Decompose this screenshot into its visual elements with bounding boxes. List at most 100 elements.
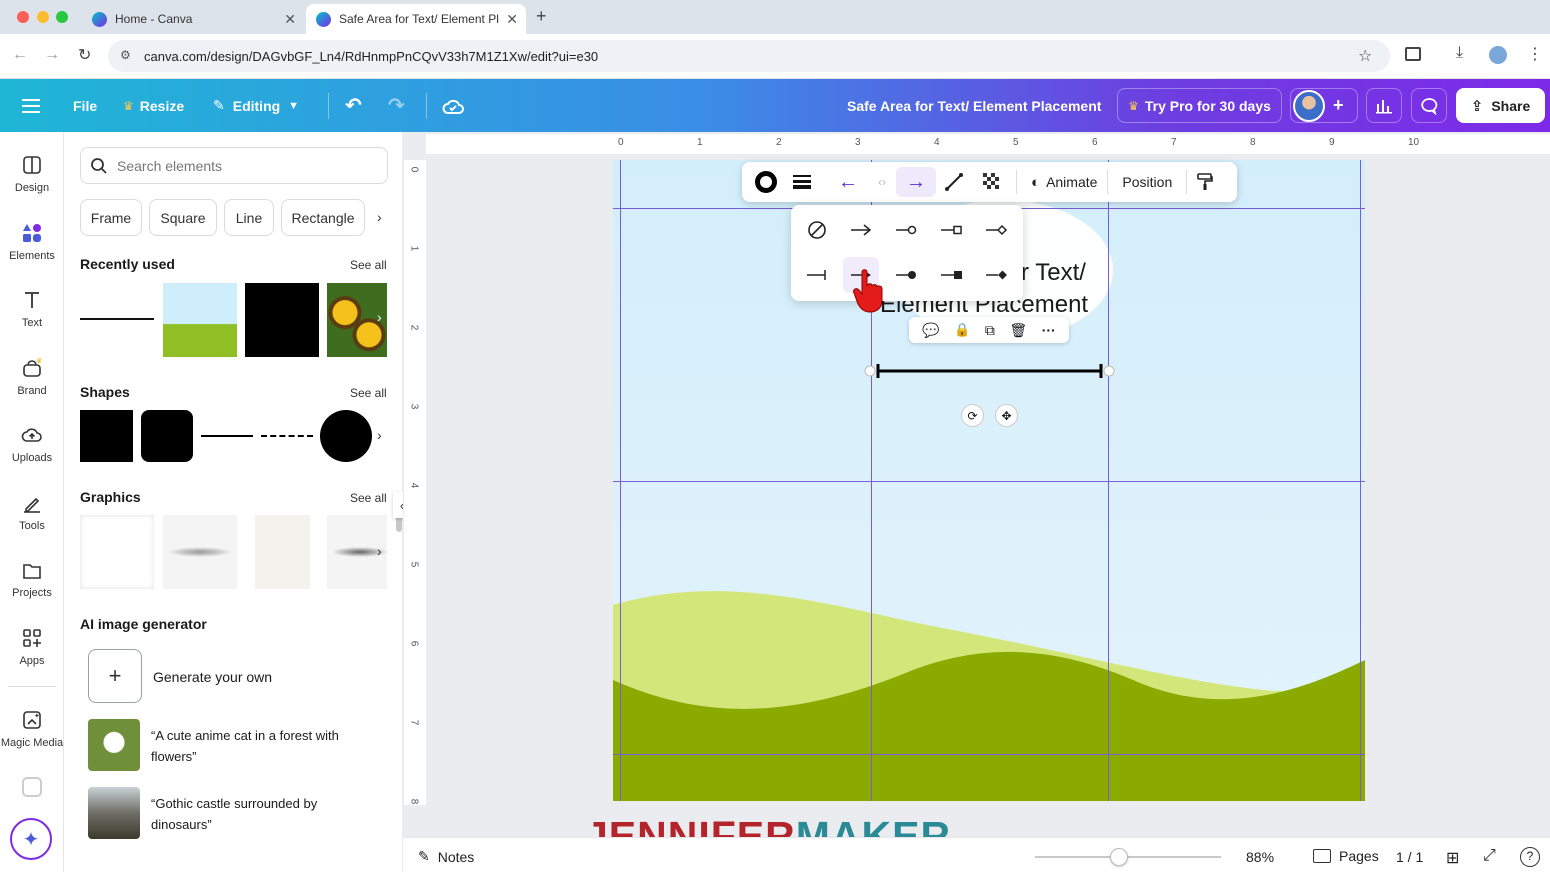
zoom-percentage[interactable]: 88% bbox=[1246, 849, 1274, 865]
magic-assistant-button[interactable]: ✦ bbox=[10, 818, 52, 860]
rail-projects[interactable]: Projects bbox=[0, 559, 64, 599]
try-pro-button[interactable]: ♛ Try Pro for 30 days bbox=[1117, 88, 1282, 123]
graphic-shadow-1[interactable] bbox=[163, 515, 237, 589]
canvas-heading-line1[interactable]: r Text/ bbox=[1021, 259, 1086, 287]
duplicate-icon[interactable]: ⧉ bbox=[985, 322, 995, 339]
grid-view-icon[interactable]: ⊞ bbox=[1446, 848, 1459, 868]
cloud-saved-icon[interactable] bbox=[442, 79, 464, 132]
browser-tab-home[interactable]: Home - Canva ✕ bbox=[82, 4, 304, 34]
shape-rounded-square[interactable] bbox=[141, 410, 193, 462]
undo-icon[interactable]: ↶ bbox=[345, 79, 362, 132]
recent-line-element[interactable] bbox=[80, 318, 154, 320]
insights-button[interactable] bbox=[1366, 88, 1402, 123]
graphics-see-all[interactable]: See all bbox=[350, 491, 387, 505]
design-title[interactable]: Safe Area for Text/ Element Placement bbox=[847, 79, 1101, 132]
move-handle-icon[interactable]: ✥ bbox=[995, 404, 1018, 427]
rotate-handle-icon[interactable]: ⟳ bbox=[961, 404, 984, 427]
prompt-castle[interactable]: “Gothic castle surrounded by dinosaurs” bbox=[151, 793, 379, 835]
rail-design[interactable]: Design bbox=[0, 154, 64, 194]
recent-next-icon[interactable]: › bbox=[377, 309, 382, 325]
download-icon[interactable]: ⤓ bbox=[1456, 44, 1463, 62]
forward-icon[interactable]: → bbox=[44, 46, 60, 64]
back-icon[interactable]: ← bbox=[12, 46, 28, 64]
new-tab-button[interactable]: + bbox=[536, 6, 547, 27]
castle-sample-thumbnail[interactable] bbox=[88, 787, 140, 839]
page-counter[interactable]: 1 / 1 bbox=[1396, 849, 1423, 865]
tab-search-icon[interactable] bbox=[1405, 47, 1421, 61]
end-circle-outline-option[interactable] bbox=[888, 212, 924, 248]
site-settings-icon[interactable]: ⚙ bbox=[120, 48, 131, 62]
transparency-button[interactable] bbox=[972, 173, 1012, 191]
end-bar-option[interactable] bbox=[799, 257, 835, 293]
graphic-paper[interactable] bbox=[255, 515, 310, 589]
collaborators-button[interactable]: + bbox=[1290, 88, 1358, 123]
chips-next-icon[interactable]: › bbox=[377, 209, 382, 225]
zoom-slider-track[interactable] bbox=[1035, 856, 1221, 858]
chip-square[interactable]: Square bbox=[149, 199, 217, 236]
graphics-next-icon[interactable]: › bbox=[377, 543, 382, 559]
generate-plus-icon[interactable]: + bbox=[88, 649, 142, 703]
recent-landscape-element[interactable] bbox=[163, 283, 237, 357]
trash-icon[interactable]: 🗑 bbox=[1009, 322, 1027, 339]
close-tab-icon[interactable]: ✕ bbox=[284, 11, 296, 28]
end-square-outline-option[interactable] bbox=[933, 212, 969, 248]
end-square-solid-option[interactable] bbox=[933, 257, 969, 293]
lock-icon[interactable]: 🔒 bbox=[954, 322, 970, 338]
pages-button[interactable]: Pages bbox=[1313, 848, 1379, 864]
generate-your-own-button[interactable]: Generate your own bbox=[153, 669, 272, 685]
main-menu-icon[interactable] bbox=[22, 79, 40, 132]
end-circle-solid-option[interactable] bbox=[888, 257, 924, 293]
url-field[interactable]: ⚙ canva.com/design/DAGvbGF_Ln4/RdHnmpPnC… bbox=[108, 40, 1390, 72]
rail-apps[interactable]: Apps bbox=[0, 627, 64, 667]
shapes-see-all[interactable]: See all bbox=[350, 386, 387, 400]
file-menu[interactable]: File bbox=[73, 79, 97, 132]
line-weight-button[interactable] bbox=[784, 175, 820, 189]
rail-text[interactable]: Text bbox=[0, 289, 64, 329]
zoom-slider-thumb[interactable] bbox=[1109, 848, 1128, 866]
end-diamond-outline-option[interactable] bbox=[978, 212, 1014, 248]
more-apps-icon[interactable] bbox=[22, 777, 42, 797]
close-tab-icon[interactable]: ✕ bbox=[506, 11, 518, 28]
comments-button[interactable] bbox=[1411, 88, 1447, 123]
rail-magic-media[interactable]: ✦ Magic Media bbox=[0, 709, 64, 749]
more-options-icon[interactable]: ··· bbox=[1042, 322, 1056, 338]
rail-brand[interactable]: ♛ Brand bbox=[0, 357, 64, 397]
end-none-option[interactable] bbox=[799, 212, 835, 248]
swap-ends-button[interactable]: ‹› bbox=[868, 175, 896, 189]
position-button[interactable]: Position bbox=[1108, 174, 1186, 190]
line-end-arrow-button[interactable]: → bbox=[896, 167, 936, 197]
resize-button[interactable]: ♛ Resize bbox=[123, 79, 184, 132]
shape-square[interactable] bbox=[80, 410, 133, 462]
editing-mode-dropdown[interactable]: ✎ Editing ▼ bbox=[213, 79, 299, 132]
reload-icon[interactable]: ↻ bbox=[78, 45, 91, 65]
notes-button[interactable]: ✎ Notes bbox=[418, 848, 474, 865]
line-start-arrow-button[interactable]: ← bbox=[828, 171, 868, 194]
share-button[interactable]: ⇪ Share bbox=[1456, 88, 1545, 123]
close-window-button[interactable] bbox=[17, 11, 29, 23]
comment-add-icon[interactable]: 💬 bbox=[922, 322, 939, 339]
browser-tab-design[interactable]: Safe Area for Text/ Element Pl ✕ bbox=[306, 4, 526, 34]
fullscreen-icon[interactable]: ⤢ bbox=[1483, 847, 1496, 865]
browser-menu-icon[interactable]: ⋮ bbox=[1527, 44, 1543, 64]
copy-style-button[interactable] bbox=[1187, 173, 1223, 191]
cat-sample-thumbnail[interactable] bbox=[88, 719, 140, 771]
shape-line[interactable] bbox=[201, 435, 253, 437]
animate-button[interactable]: ◐ Animate bbox=[1021, 174, 1107, 191]
minimize-window-button[interactable] bbox=[37, 11, 49, 23]
chip-frame[interactable]: Frame bbox=[80, 199, 142, 236]
graphic-frame[interactable] bbox=[80, 515, 154, 589]
bookmark-star-icon[interactable]: ☆ bbox=[1358, 46, 1372, 66]
rail-tools[interactable]: Tools bbox=[0, 492, 64, 532]
maximize-window-button[interactable] bbox=[56, 11, 68, 23]
line-style-button[interactable] bbox=[936, 173, 972, 191]
recently-used-see-all[interactable]: See all bbox=[350, 258, 387, 272]
rail-uploads[interactable]: Uploads bbox=[0, 424, 64, 464]
prompt-cat[interactable]: “A cute anime cat in a forest with flowe… bbox=[151, 725, 379, 767]
chip-line[interactable]: Line bbox=[224, 199, 274, 236]
end-line-arrow-option[interactable] bbox=[843, 212, 879, 248]
shapes-next-icon[interactable]: › bbox=[377, 427, 382, 443]
redo-icon[interactable]: ↷ bbox=[388, 79, 405, 132]
end-diamond-solid-option[interactable] bbox=[978, 257, 1014, 293]
help-icon[interactable]: ? bbox=[1520, 847, 1540, 867]
shape-dashed-line[interactable] bbox=[261, 435, 313, 437]
